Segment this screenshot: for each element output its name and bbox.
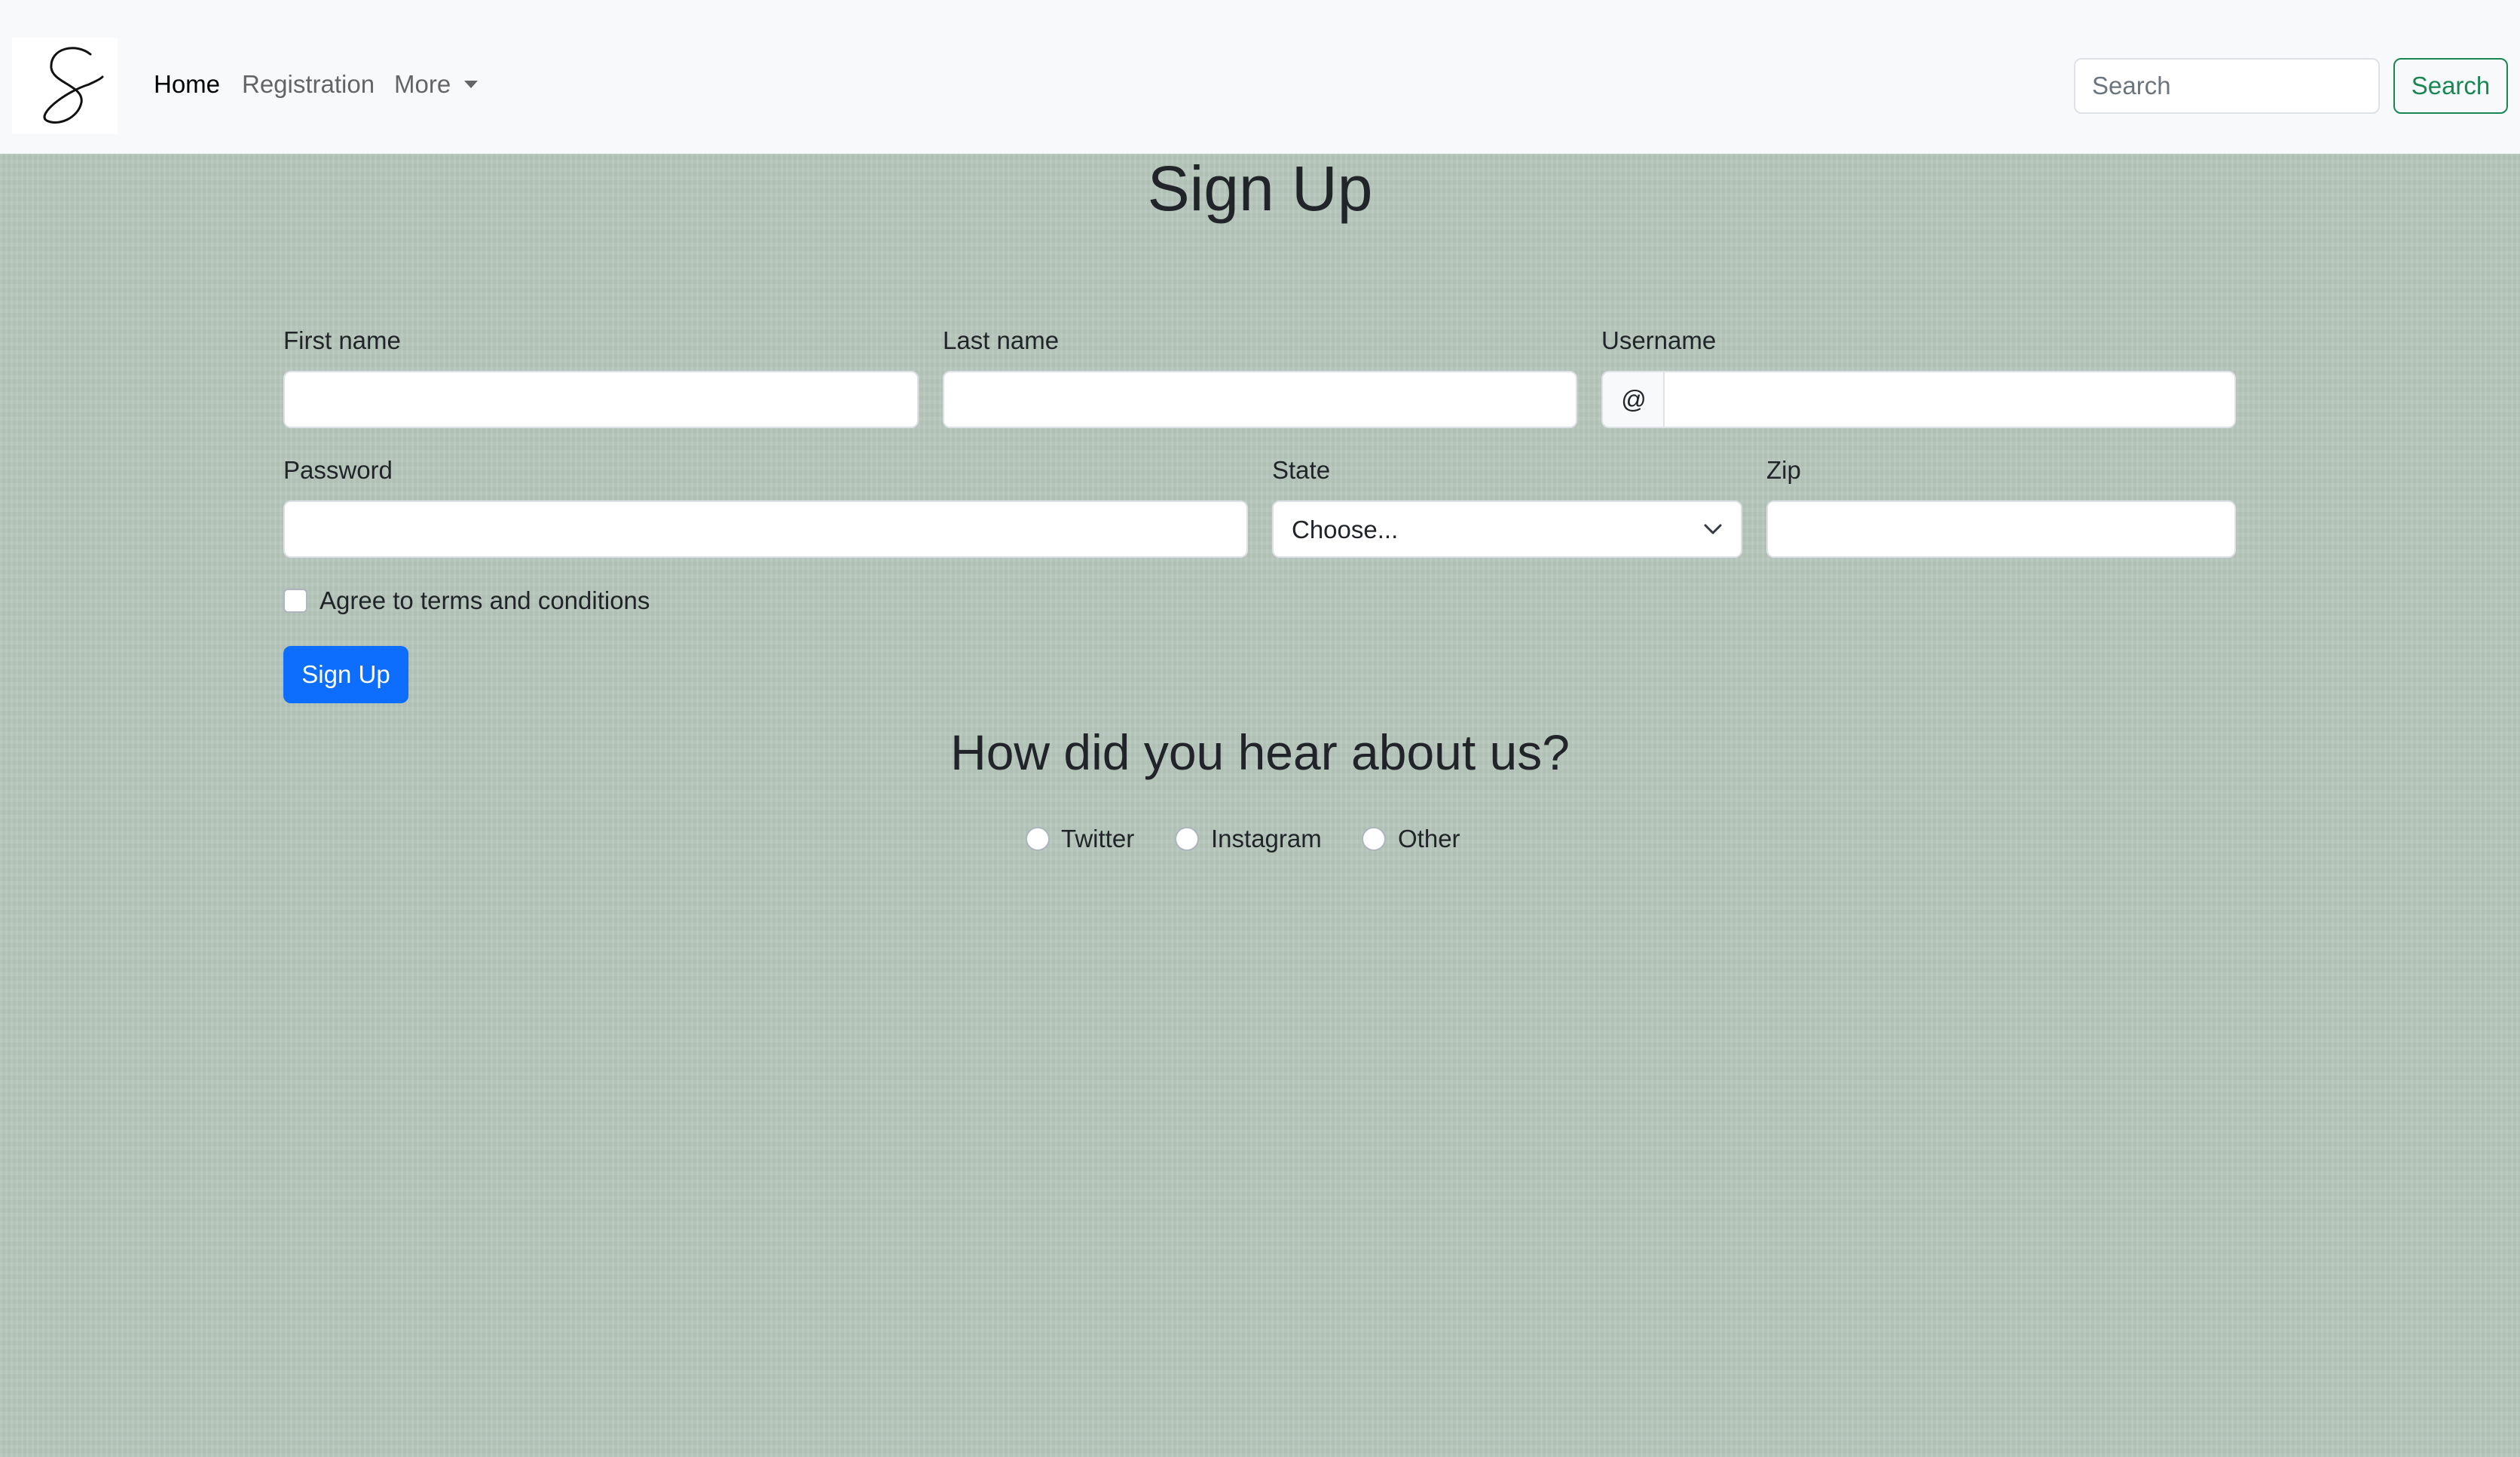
twitter-radio-label[interactable]: Twitter xyxy=(1061,824,1134,854)
caret-down-icon xyxy=(464,81,479,88)
search-button[interactable]: Search xyxy=(2393,58,2508,114)
state-select[interactable]: Choose... xyxy=(1272,500,1742,558)
search-input[interactable] xyxy=(2074,58,2380,114)
password-field[interactable] xyxy=(283,500,1248,558)
last-name-field[interactable] xyxy=(943,371,1577,428)
username-at-prefix: @ xyxy=(1601,371,1665,428)
zip-label: Zip xyxy=(1766,456,1801,484)
state-label: State xyxy=(1272,456,1331,484)
page-title: Sign Up xyxy=(1147,153,1373,224)
password-label: Password xyxy=(283,456,393,484)
instagram-radio[interactable] xyxy=(1175,827,1199,851)
other-radio[interactable] xyxy=(1362,827,1386,851)
state-select-value: Choose... xyxy=(1292,516,1399,543)
nav-registration-link[interactable]: Registration xyxy=(242,69,375,99)
last-name-label: Last name xyxy=(943,326,1060,354)
sign-up-button[interactable]: Sign Up xyxy=(283,646,408,703)
twitter-radio[interactable] xyxy=(1026,827,1050,851)
chevron-down-icon xyxy=(1704,524,1722,534)
nav-home-link[interactable]: Home xyxy=(154,69,220,99)
nav-more-dropdown[interactable]: More xyxy=(394,69,479,99)
instagram-radio-label[interactable]: Instagram xyxy=(1211,824,1322,854)
signature-s-logo-icon xyxy=(43,47,104,124)
navbar: Home Registration More Search xyxy=(0,0,2520,154)
terms-label[interactable]: Agree to terms and conditions xyxy=(320,586,650,616)
other-radio-label[interactable]: Other xyxy=(1398,824,1460,854)
username-field[interactable] xyxy=(1663,371,2236,428)
zip-field[interactable] xyxy=(1766,500,2236,558)
first-name-field[interactable] xyxy=(283,371,919,428)
survey-title: How did you hear about us? xyxy=(950,724,1570,780)
nav-more-label: More xyxy=(394,70,451,98)
first-name-label: First name xyxy=(283,326,401,354)
brand-logo[interactable] xyxy=(12,38,118,134)
username-label: Username xyxy=(1601,326,1717,354)
terms-checkbox[interactable] xyxy=(283,589,307,613)
